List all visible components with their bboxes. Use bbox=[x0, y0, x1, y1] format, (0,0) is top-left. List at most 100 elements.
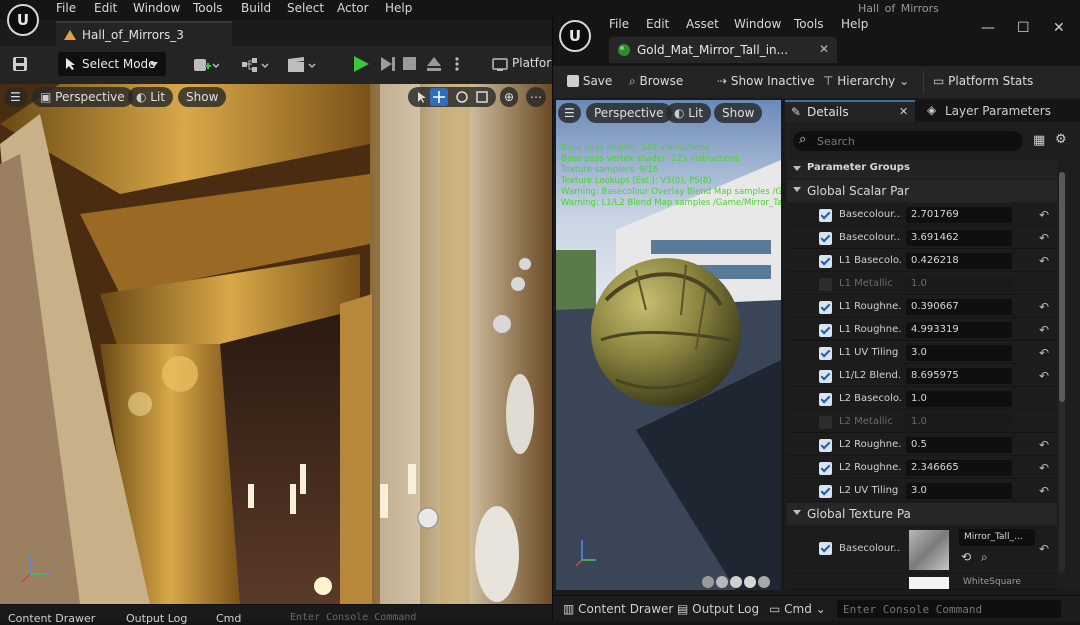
content-drawer-button[interactable]: Content Drawer bbox=[8, 612, 95, 625]
param-checkbox[interactable] bbox=[819, 439, 832, 452]
param-checkbox[interactable] bbox=[819, 542, 832, 555]
scrollbar-thumb[interactable] bbox=[1059, 172, 1065, 402]
cinematics-icon[interactable] bbox=[287, 56, 317, 74]
menu-help[interactable]: Help bbox=[841, 17, 868, 31]
browse-button[interactable]: ⌕ Browse bbox=[629, 74, 683, 89]
browse-asset-icon[interactable]: ⌕ bbox=[981, 550, 988, 565]
reset-arrow-icon[interactable]: ↶ bbox=[1039, 346, 1049, 360]
save-icon[interactable] bbox=[12, 56, 28, 72]
menu-select[interactable]: Select bbox=[287, 1, 324, 15]
step-forward-icon[interactable] bbox=[380, 56, 396, 72]
select-mode-dropdown[interactable]: Select Mode bbox=[58, 52, 166, 76]
tab-layer-parameters[interactable]: ◈ Layer Parameters bbox=[923, 100, 1073, 122]
save-button[interactable]: Save bbox=[567, 74, 612, 88]
param-value-field[interactable]: 8.695975 bbox=[906, 368, 1012, 384]
texture-thumbnail[interactable] bbox=[909, 530, 949, 570]
menu-tools[interactable]: Tools bbox=[794, 17, 824, 31]
world-space-icon[interactable]: ⊕ bbox=[500, 87, 519, 107]
output-log-button[interactable]: ▤ Output Log bbox=[677, 602, 759, 616]
param-checkbox[interactable] bbox=[819, 416, 832, 429]
maximize-icon[interactable]: ☐ bbox=[1017, 20, 1030, 36]
param-checkbox[interactable] bbox=[819, 393, 832, 406]
unreal-logo-icon[interactable]: U bbox=[7, 4, 39, 36]
menu-edit[interactable]: Edit bbox=[646, 17, 669, 31]
transform-tools[interactable] bbox=[408, 87, 496, 107]
reset-arrow-icon[interactable]: ↶ bbox=[1039, 461, 1049, 475]
blueprint-icon[interactable] bbox=[240, 56, 270, 74]
param-checkbox[interactable] bbox=[819, 347, 832, 360]
platform-stats-button[interactable]: ▭ Platform Stats bbox=[933, 74, 1033, 88]
tab-details[interactable]: ✎ Details ✕ bbox=[785, 100, 915, 122]
param-value-field[interactable]: 0.426218 bbox=[906, 253, 1012, 269]
global-scalar-header[interactable]: Global Scalar Par bbox=[787, 180, 1057, 202]
use-selected-icon[interactable]: ⟲ bbox=[961, 550, 971, 564]
param-checkbox[interactable] bbox=[819, 278, 832, 291]
lit-dropdown[interactable]: ◐ Lit bbox=[666, 103, 712, 123]
param-checkbox[interactable] bbox=[819, 301, 832, 314]
more-options-icon[interactable] bbox=[454, 56, 460, 72]
menu-actor[interactable]: Actor bbox=[337, 1, 369, 15]
unreal-logo-icon[interactable]: U bbox=[559, 20, 591, 52]
menu-window[interactable]: Window bbox=[133, 1, 180, 15]
hierarchy-dropdown[interactable]: ⊤ Hierarchy ⌄ bbox=[823, 74, 909, 88]
menu-file[interactable]: File bbox=[56, 1, 76, 15]
stop-icon[interactable] bbox=[403, 57, 417, 71]
search-input[interactable] bbox=[817, 132, 1013, 150]
search-box[interactable]: ⌕ bbox=[793, 131, 1023, 151]
reset-arrow-icon[interactable]: ↶ bbox=[1039, 438, 1049, 452]
menu-tools[interactable]: Tools bbox=[193, 1, 223, 15]
reset-arrow-icon[interactable]: ↶ bbox=[1039, 542, 1049, 556]
close-tab-icon[interactable]: ✕ bbox=[819, 42, 829, 56]
param-value-field[interactable]: 1.0 bbox=[906, 276, 1012, 292]
param-value-field[interactable]: 1.0 bbox=[906, 414, 1012, 430]
perspective-dropdown[interactable]: Perspective bbox=[586, 103, 672, 123]
lit-dropdown[interactable]: ◐ Lit bbox=[128, 87, 174, 107]
console-input-main[interactable]: Enter Console Command bbox=[290, 612, 416, 623]
eject-icon[interactable] bbox=[426, 56, 442, 72]
gear-icon[interactable]: ⚙ bbox=[1055, 132, 1067, 147]
param-checkbox[interactable] bbox=[819, 209, 832, 222]
menu-file[interactable]: File bbox=[609, 17, 629, 31]
reset-arrow-icon[interactable]: ↶ bbox=[1039, 369, 1049, 383]
close-icon[interactable]: ✕ bbox=[1053, 20, 1065, 36]
menu-edit[interactable]: Edit bbox=[94, 1, 117, 15]
param-checkbox[interactable] bbox=[819, 370, 832, 383]
param-value-field[interactable]: 2.701769 bbox=[906, 207, 1012, 223]
param-value-field[interactable]: 1.0 bbox=[906, 391, 1012, 407]
console-input[interactable] bbox=[837, 600, 1061, 618]
viewport-options-button[interactable]: ☰ bbox=[4, 87, 27, 107]
menu-help[interactable]: Help bbox=[385, 1, 412, 15]
output-log-button[interactable]: Output Log bbox=[126, 612, 187, 625]
param-value-field[interactable]: 3.0 bbox=[906, 345, 1012, 361]
reset-arrow-icon[interactable]: ↶ bbox=[1039, 231, 1049, 245]
parameter-groups-header[interactable]: Parameter Groups bbox=[787, 160, 1057, 178]
close-tab-icon[interactable]: ✕ bbox=[899, 105, 908, 118]
material-tab[interactable]: Gold_Mat_Mirror_Tall_in... ✕ bbox=[609, 37, 837, 63]
param-checkbox[interactable] bbox=[819, 324, 832, 337]
param-checkbox[interactable] bbox=[819, 255, 832, 268]
play-icon[interactable] bbox=[352, 55, 370, 73]
cmd-dropdown[interactable]: ▭ Cmd ⌄ bbox=[769, 602, 826, 616]
param-checkbox[interactable] bbox=[819, 485, 832, 498]
show-dropdown[interactable]: Show bbox=[178, 87, 227, 107]
global-texture-header[interactable]: Global Texture Pa bbox=[787, 503, 1057, 525]
param-checkbox[interactable] bbox=[819, 232, 832, 245]
reset-arrow-icon[interactable]: ↶ bbox=[1039, 254, 1049, 268]
details-scrollbar[interactable] bbox=[1059, 172, 1065, 572]
snap-icon[interactable]: ⋯ bbox=[526, 87, 546, 107]
param-value-field[interactable]: 0.390667 bbox=[906, 299, 1012, 315]
minimize-icon[interactable]: — bbox=[981, 20, 995, 36]
viewport-options-button[interactable]: ☰ bbox=[558, 103, 581, 123]
reset-arrow-icon[interactable]: ↶ bbox=[1039, 484, 1049, 498]
level-viewport[interactable]: ☰ ▣ Perspective ◐ Lit Show ⊕ ⋯ bbox=[0, 84, 552, 604]
reset-arrow-icon[interactable]: ↶ bbox=[1039, 323, 1049, 337]
menu-window[interactable]: Window bbox=[734, 17, 781, 31]
texture-asset-dropdown[interactable]: Mirror_Tall_... bbox=[959, 529, 1035, 546]
show-inactive-button[interactable]: ⇢ Show Inactive bbox=[717, 74, 815, 88]
texture-asset-dropdown[interactable]: WhiteSquare bbox=[963, 577, 1021, 587]
reset-arrow-icon[interactable]: ↶ bbox=[1039, 300, 1049, 314]
show-dropdown[interactable]: Show bbox=[714, 103, 763, 123]
cmd-dropdown[interactable]: Cmd bbox=[216, 612, 241, 625]
param-value-field[interactable]: 0.5 bbox=[906, 437, 1012, 453]
texture-thumbnail[interactable] bbox=[909, 577, 949, 589]
